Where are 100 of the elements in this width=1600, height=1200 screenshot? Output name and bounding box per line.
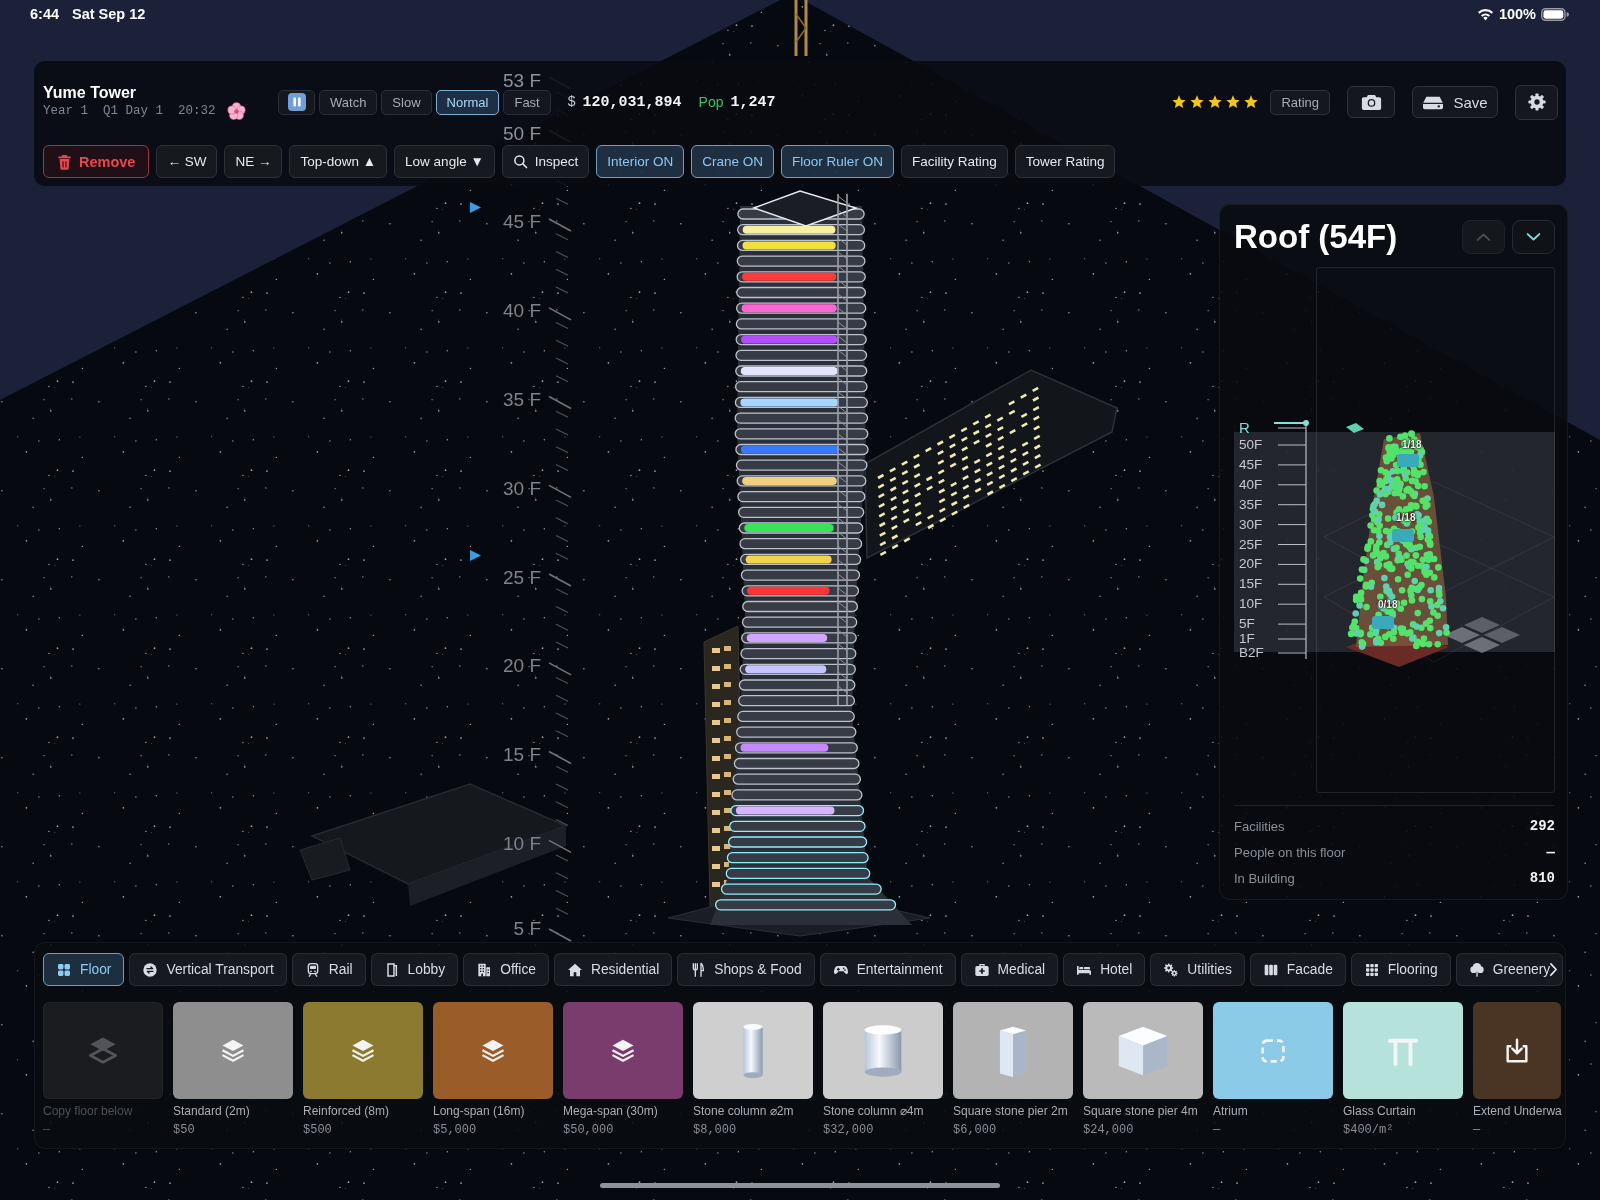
ruler-label: 30F	[1239, 517, 1263, 532]
flower-icon	[226, 101, 246, 121]
toolbar-button[interactable]: Crane ON	[691, 145, 775, 178]
toolbar-button[interactable]: Low angle ▼	[394, 145, 495, 178]
speed-button[interactable]: Fast	[503, 89, 551, 115]
category-tab[interactable]: Facade	[1249, 953, 1346, 986]
item-label: Reinforced (8m)	[303, 1104, 391, 1119]
item-tile[interactable]	[173, 1002, 293, 1099]
item-price: $50	[173, 1123, 196, 1138]
house-icon	[566, 961, 583, 978]
speed-button[interactable]: Watch	[319, 89, 378, 115]
item-price: —	[1473, 1123, 1482, 1138]
category-tab[interactable]: Lobby	[370, 953, 459, 986]
camera-button[interactable]	[1347, 86, 1395, 118]
stat-label: Facilities	[1234, 818, 1285, 834]
stat-label: People on this floor	[1234, 844, 1346, 860]
office-building-icon	[476, 961, 493, 978]
cylinder-icon	[741, 1022, 765, 1079]
category-tab[interactable]: Office	[463, 953, 549, 986]
category-tab[interactable]: Medical	[960, 953, 1059, 986]
toolbar-button[interactable]: ← SW	[156, 145, 218, 178]
elevator-marker-icon	[1392, 529, 1414, 542]
speed-button[interactable]: Slow	[381, 89, 432, 115]
item-tile[interactable]	[1343, 1002, 1463, 1099]
game-date: Year 1 Q1 Day 1 20:32	[43, 104, 216, 118]
toolbar-button[interactable]: Floor Ruler ON	[781, 145, 894, 178]
toolbar-button[interactable]: Facility Rating	[900, 145, 1008, 178]
toolbar-button[interactable]: Interior ON	[596, 145, 685, 178]
swap-arrows-icon	[142, 961, 159, 978]
category-tab[interactable]: Hotel	[1063, 953, 1146, 986]
medical-kit-icon	[973, 961, 990, 978]
item-tile[interactable]	[1213, 1002, 1333, 1099]
floor-label: 35 F	[502, 389, 541, 410]
category-tab[interactable]: Flooring	[1350, 953, 1451, 986]
toolbar-button[interactable]: Top-down ▲	[289, 145, 388, 178]
item-tile[interactable]	[563, 1002, 683, 1099]
download-tray-icon	[1503, 1036, 1531, 1065]
dashed-square-icon	[1260, 1037, 1286, 1064]
dot-grid-icon	[1363, 961, 1380, 978]
category-tab[interactable]: Vertical Transport	[129, 953, 287, 986]
item-tile[interactable]	[1083, 1002, 1203, 1099]
ruler-label: 5F	[1239, 617, 1255, 632]
item-label: Stone column ⌀2m	[693, 1104, 795, 1119]
tower-name: Yume Tower	[43, 83, 138, 102]
battery-icon	[1541, 7, 1569, 21]
item-price: $50,000	[563, 1123, 615, 1138]
ruler-label: 35F	[1239, 497, 1263, 512]
grid-icon	[56, 961, 72, 978]
item-tile[interactable]	[433, 1002, 553, 1099]
item-tile[interactable]	[823, 1002, 943, 1099]
item-label: Square stone pier 2m	[953, 1104, 1069, 1119]
floor-label: 25 F	[502, 567, 541, 588]
category-tab[interactable]: Entertainment	[819, 953, 956, 986]
ruler-label: 20F	[1239, 557, 1263, 572]
item-label: Copy floor below	[43, 1104, 134, 1119]
toolbar-button[interactable]: Tower Rating	[1014, 145, 1116, 178]
star-icon	[1225, 94, 1242, 110]
item-tile[interactable]	[1473, 1002, 1561, 1099]
category-tab[interactable]: Greenery	[1455, 953, 1564, 986]
item-tile[interactable]	[693, 1002, 813, 1099]
settings-button[interactable]	[1515, 84, 1558, 120]
toolbar-button[interactable]: NE →	[224, 145, 283, 178]
floor-label: 53 F	[502, 70, 541, 91]
camera-icon	[1360, 93, 1382, 111]
wifi-icon	[1476, 7, 1494, 21]
category-tab[interactable]: Residential	[553, 953, 673, 986]
category-tab[interactable]: Rail	[291, 953, 366, 986]
rating-button[interactable]: Rating	[1270, 89, 1330, 115]
save-button[interactable]: Save	[1412, 86, 1498, 118]
inspect-button[interactable]: Inspect	[501, 145, 590, 178]
battery-level: 100%	[1498, 6, 1536, 22]
ruler-label: 15F	[1239, 577, 1263, 592]
item-label: Atrium	[1213, 1104, 1249, 1119]
ruler-label: 45F	[1239, 457, 1263, 472]
drive-icon	[1422, 94, 1445, 110]
item-tile[interactable]	[303, 1002, 423, 1099]
pause-button[interactable]	[278, 89, 315, 115]
star-icon	[1189, 94, 1206, 110]
tree-icon	[1468, 961, 1485, 978]
category-tab[interactable]: Shops & Food	[677, 953, 815, 986]
ruler-label: 25F	[1239, 537, 1263, 552]
speed-button[interactable]: Normal	[435, 89, 500, 115]
stat-label: In Building	[1234, 870, 1295, 886]
remove-button[interactable]: Remove	[43, 145, 150, 178]
item-tile[interactable]	[953, 1002, 1073, 1099]
floor-label: 30 F	[502, 478, 541, 499]
floor-label: 10 F	[502, 833, 541, 854]
trash-icon	[57, 153, 72, 170]
ruler-label: R	[1239, 421, 1250, 435]
stat-value: 810	[1529, 870, 1555, 886]
item-price: —	[1213, 1123, 1222, 1138]
triangle-marker-icon	[470, 202, 481, 213]
category-tab[interactable]: Floor	[43, 953, 125, 986]
category-tab[interactable]: Utilities	[1150, 953, 1245, 986]
item-price: $6,000	[953, 1123, 998, 1138]
fork-knife-icon	[690, 961, 707, 978]
elevator-marker-icon	[1372, 616, 1394, 629]
floor-down-button[interactable]	[1512, 220, 1555, 254]
floor-label: 50 F	[502, 123, 541, 144]
ruler-label: 40F	[1239, 477, 1263, 492]
